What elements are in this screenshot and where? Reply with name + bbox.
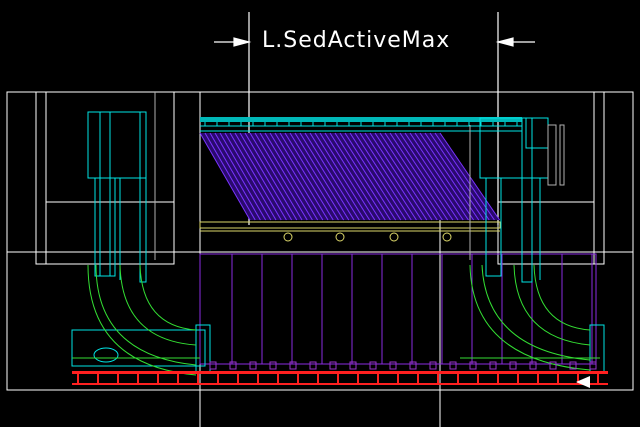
- dimension-label: L.SedActiveMax: [262, 28, 451, 53]
- chain-bracket: [449, 361, 457, 370]
- chain-bracket: [409, 361, 417, 370]
- left-column: [71, 111, 211, 374]
- chain-bracket: [269, 361, 277, 370]
- roller-track: [199, 221, 501, 242]
- chain-bracket: [489, 361, 497, 370]
- sediment-bed: [199, 132, 501, 221]
- roller-2: [335, 232, 345, 242]
- roller-1: [283, 232, 293, 242]
- chain-bracket: [589, 361, 597, 370]
- chain-bracket: [309, 361, 317, 370]
- roller-3: [389, 232, 399, 242]
- chain-bracket: [389, 361, 397, 370]
- roller-4: [442, 232, 452, 242]
- chain-bracket: [349, 361, 357, 370]
- chain-bracket: [209, 361, 217, 370]
- right-pipe-elbow: [460, 264, 600, 371]
- left-pipe-elbow: [72, 264, 200, 376]
- chain-bracket: [469, 361, 477, 370]
- chain-bracket: [329, 361, 337, 370]
- chain-bracket: [509, 361, 517, 370]
- chain-bracket: [369, 361, 377, 370]
- chain-bracket: [429, 361, 437, 370]
- chain-bracket: [229, 361, 237, 370]
- left-arrow-icon: [233, 37, 252, 47]
- chain-bracket: [249, 361, 257, 370]
- chain-bracket: [289, 361, 297, 370]
- right-side-plates: [547, 124, 565, 186]
- chain-bracket: [529, 361, 537, 370]
- right-arrow-icon: [495, 37, 514, 47]
- top-conveyor: [200, 117, 522, 132]
- cad-drawing-canvas: [6, 12, 634, 427]
